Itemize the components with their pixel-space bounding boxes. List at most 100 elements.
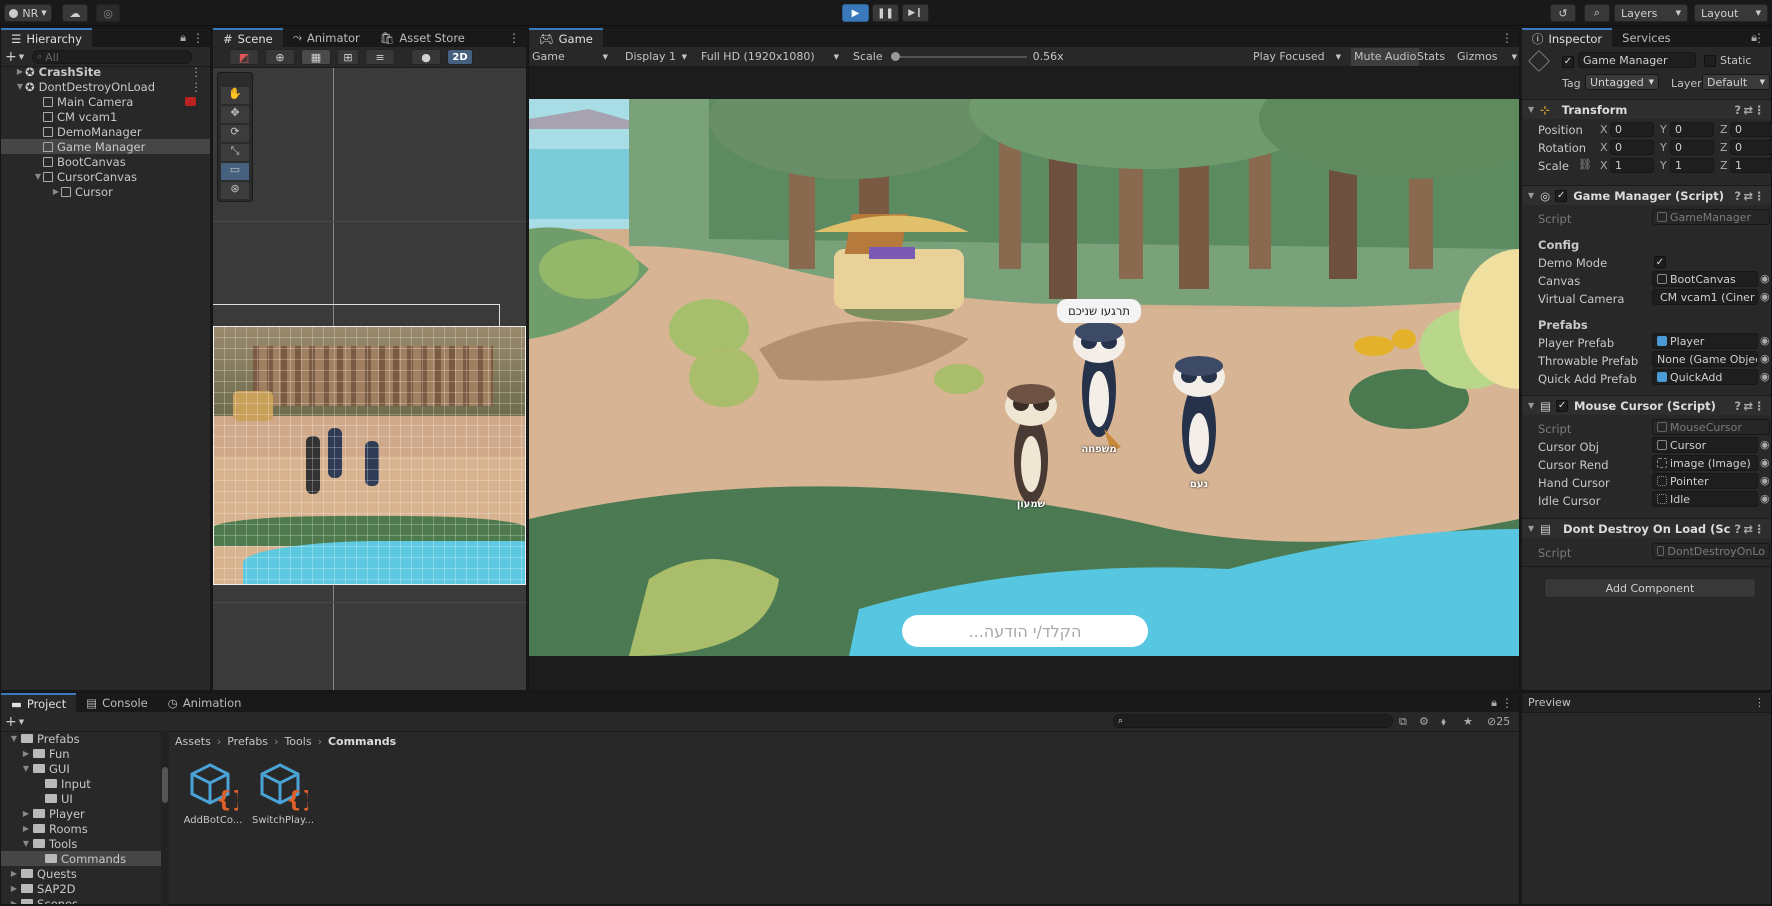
object-picker-icon[interactable]: ◉ xyxy=(1760,438,1770,451)
rect-tool-icon[interactable]: ▭ xyxy=(221,163,249,180)
kebab-menu-icon[interactable]: ⋮ xyxy=(1753,31,1765,45)
expand-arrow-icon[interactable]: ▼ xyxy=(21,839,31,848)
hierarchy-item[interactable]: ▼ CursorCanvas xyxy=(1,169,210,184)
folder-tree-item[interactable]: ▼ GUI xyxy=(1,761,161,776)
collab-button[interactable]: ◎ xyxy=(96,4,120,22)
player-prefab-field[interactable]: Player xyxy=(1652,333,1758,349)
canvas-field[interactable]: BootCanvas xyxy=(1652,271,1758,287)
filter-type-icon[interactable]: ⧉ xyxy=(1399,715,1407,729)
folder-tree-item[interactable]: UI xyxy=(1,791,161,806)
2d-toggle-button[interactable]: 2D xyxy=(447,49,473,65)
chat-input[interactable]: הקלד/י הודעה... xyxy=(902,615,1148,647)
tree-scrollbar[interactable] xyxy=(161,731,169,906)
object-picker-icon[interactable]: ◉ xyxy=(1760,370,1770,383)
tab-game[interactable]: 🎮︎ Game xyxy=(529,28,603,47)
expand-arrow-icon[interactable]: ▼ xyxy=(15,82,25,91)
asset-item[interactable]: {} SwitchPlay... xyxy=(252,761,317,826)
vcam-field[interactable]: CM vcam1 (Ciner xyxy=(1652,289,1758,305)
breadcrumb-item[interactable]: Commands xyxy=(328,735,396,748)
grid-snap-button[interactable]: ▦ xyxy=(301,49,331,65)
kebab-menu-icon[interactable]: ⋮ xyxy=(1754,522,1766,536)
hierarchy-item[interactable]: ▶ Cursor xyxy=(1,184,210,199)
expand-arrow-icon[interactable]: ▶ xyxy=(51,187,61,196)
preset-icon[interactable]: ⇄ xyxy=(1743,103,1753,117)
tab-asset-store[interactable]: 🛍︎ Asset Store xyxy=(370,28,475,47)
x-field[interactable]: 0 xyxy=(1610,140,1654,155)
tab-project[interactable]: ▬ Project xyxy=(1,693,77,712)
kebab-menu-icon[interactable]: ⋮ xyxy=(1754,399,1766,413)
static-toggle[interactable]: Static xyxy=(1704,54,1751,67)
folder-tree-item[interactable]: ▶ Rooms xyxy=(1,821,161,836)
breadcrumb-item[interactable]: Assets xyxy=(175,735,211,748)
link-icon[interactable]: ⛓ xyxy=(1578,158,1592,171)
component-enabled-checkbox[interactable]: ✓ xyxy=(1556,399,1569,412)
idle-cursor-field[interactable]: Idle xyxy=(1652,491,1758,507)
expand-arrow-icon[interactable]: ▶ xyxy=(9,884,19,893)
static-checkbox[interactable] xyxy=(1704,54,1716,67)
lighting-button[interactable]: ● xyxy=(411,49,441,65)
expand-arrow-icon[interactable]: ▶ xyxy=(15,67,25,76)
game-manager-header[interactable]: ▼ ◎ ✓ Game Manager (Script) ? ⇄ ⋮ xyxy=(1522,185,1771,205)
expand-arrow-icon[interactable]: ▶ xyxy=(9,899,19,904)
filter-label-icon[interactable]: ⚙ xyxy=(1419,715,1429,728)
object-picker-icon[interactable]: ◉ xyxy=(1760,456,1770,469)
add-component-button[interactable]: Add Component xyxy=(1544,578,1756,598)
expand-arrow-icon[interactable]: ▶ xyxy=(9,869,19,878)
cursor-obj-field[interactable]: Cursor xyxy=(1652,437,1758,453)
stats-toggle[interactable]: Stats xyxy=(1417,50,1445,63)
resolution-dropdown[interactable]: Full HD (1920x1080) ▼ xyxy=(695,50,845,63)
global-button[interactable]: ⊕ xyxy=(265,49,295,65)
kebab-menu-icon[interactable]: ⋮ xyxy=(1501,696,1513,710)
lock-icon[interactable]: 🔒︎ xyxy=(180,31,186,45)
z-field[interactable]: 0 xyxy=(1730,140,1772,155)
object-picker-icon[interactable]: ◉ xyxy=(1760,474,1770,487)
hand-tool-icon[interactable]: ✋ xyxy=(221,87,249,104)
hand-cursor-field[interactable]: Pointer xyxy=(1652,473,1758,489)
scrollbar-thumb[interactable] xyxy=(162,767,168,803)
object-picker-icon[interactable]: ◉ xyxy=(1760,290,1770,303)
mouse-cursor-header[interactable]: ▼ ▤ ✓ Mouse Cursor (Script) ? ⇄ ⋮ xyxy=(1522,395,1771,415)
step-button[interactable]: ▶❙ xyxy=(902,4,929,22)
component-enabled-checkbox[interactable]: ✓ xyxy=(1555,189,1568,202)
x-field[interactable]: 0 xyxy=(1610,122,1654,137)
help-icon[interactable]: ? xyxy=(1734,103,1741,117)
kebab-menu-icon[interactable]: ⋮ xyxy=(191,65,203,79)
tab-services[interactable]: Services xyxy=(1612,28,1681,47)
expand-arrow-icon[interactable]: ▼ xyxy=(33,172,43,181)
y-field[interactable]: 0 xyxy=(1670,140,1714,155)
layer-dropdown[interactable]: Default ▼ xyxy=(1702,74,1770,90)
folder-tree-item[interactable]: ▼ Prefabs xyxy=(1,731,161,746)
hierarchy-item[interactable]: ▶ ✪ CrashSite ⋮ xyxy=(1,64,210,79)
hierarchy-item[interactable]: Main Camera xyxy=(1,94,210,109)
gizmos-dropdown[interactable]: Gizmos ▼ xyxy=(1457,50,1517,63)
mute-audio-toggle[interactable]: Mute Audio xyxy=(1351,47,1420,66)
kebab-menu-icon[interactable]: ⋮ xyxy=(1754,696,1765,709)
folder-tree-item[interactable]: Commands xyxy=(1,851,161,866)
play-button[interactable]: ▶ xyxy=(842,4,869,22)
hierarchy-search-input[interactable]: ⌕ All xyxy=(32,50,193,64)
y-field[interactable]: 1 xyxy=(1670,158,1714,173)
search-button[interactable]: ⌕ xyxy=(1584,4,1610,22)
z-field[interactable]: 0 xyxy=(1730,122,1772,137)
folder-tree-item[interactable]: ▶ Fun xyxy=(1,746,161,761)
display-dropdown[interactable]: Display 1 ▼ xyxy=(619,50,693,63)
y-field[interactable]: 0 xyxy=(1670,122,1714,137)
rotate-tool-icon[interactable]: ⟳ xyxy=(221,125,249,142)
layout-dropdown[interactable]: Layout ▼ xyxy=(1694,4,1768,22)
pause-button[interactable]: ❚❚ xyxy=(872,4,899,22)
quickadd-field[interactable]: QuickAdd xyxy=(1652,369,1758,385)
game-view-dropdown[interactable]: Game ▼ xyxy=(529,50,611,63)
preset-icon[interactable]: ⇄ xyxy=(1743,189,1753,203)
folder-tree-item[interactable]: ▶ Scenes xyxy=(1,896,161,904)
kebab-menu-icon[interactable]: ⋮ xyxy=(1501,31,1513,45)
folder-tree-item[interactable]: Input xyxy=(1,776,161,791)
expand-arrow-icon[interactable]: ▶ xyxy=(21,809,31,818)
add-icon[interactable]: + xyxy=(5,49,17,65)
kebab-menu-icon[interactable]: ⋮ xyxy=(508,31,520,45)
tab-hierarchy[interactable]: ☰ Hierarchy xyxy=(1,28,92,47)
x-field[interactable]: 1 xyxy=(1610,158,1654,173)
hierarchy-item[interactable]: ▼ ✪ DontDestroyOnLoad ⋮ xyxy=(1,79,210,94)
folder-tree-item[interactable]: ▶ Quests xyxy=(1,866,161,881)
preset-icon[interactable]: ⇄ xyxy=(1743,522,1753,536)
breadcrumb-item[interactable]: Tools xyxy=(284,735,311,748)
